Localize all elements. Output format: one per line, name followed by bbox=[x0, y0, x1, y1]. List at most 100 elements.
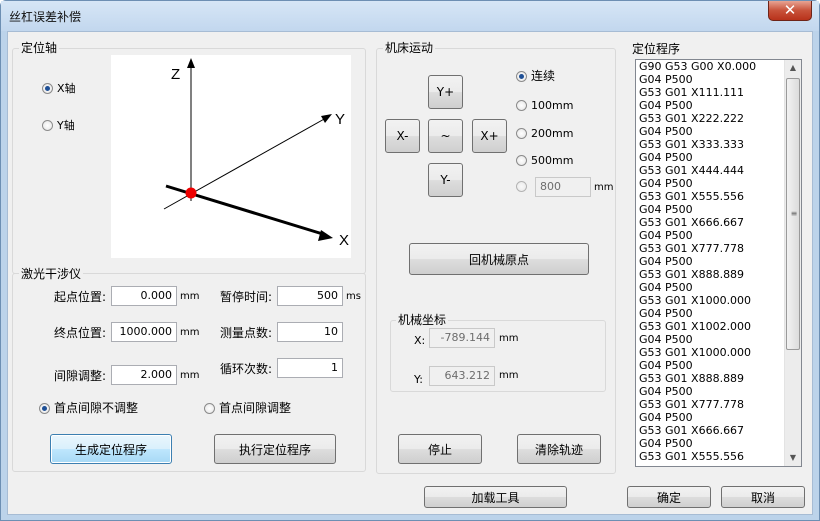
program-scrollbar[interactable]: ▲ ≡ ▼ bbox=[784, 60, 801, 466]
program-line[interactable]: G04 P500 bbox=[636, 333, 801, 346]
axis-group-title: 定位轴 bbox=[19, 41, 60, 55]
start-position-unit: mm bbox=[180, 291, 200, 302]
step-500mm-label: 500mm bbox=[531, 154, 574, 167]
pause-time-unit: ms bbox=[346, 291, 361, 302]
program-line[interactable]: G53 G01 X333.333 bbox=[636, 138, 801, 151]
gap-adjust-input[interactable]: 2.000 bbox=[111, 365, 177, 385]
program-line[interactable]: G04 P500 bbox=[636, 281, 801, 294]
radio-first-gap-adjust-label: 首点间隙调整 bbox=[219, 401, 292, 415]
step-500mm-dot[interactable] bbox=[516, 155, 527, 166]
program-line[interactable]: G53 G01 X555.556 bbox=[636, 450, 801, 463]
program-line[interactable]: G04 P500 bbox=[636, 437, 801, 450]
program-line[interactable]: G53 G01 X111.111 bbox=[636, 86, 801, 99]
ok-button[interactable]: 确定 bbox=[627, 486, 711, 508]
measure-points-input[interactable]: 10 bbox=[277, 322, 343, 342]
program-line[interactable]: G04 P500 bbox=[636, 385, 801, 398]
program-line[interactable]: G53 G01 X666.667 bbox=[636, 424, 801, 437]
program-line[interactable]: G53 G01 X222.222 bbox=[636, 112, 801, 125]
step-200mm-dot[interactable] bbox=[516, 128, 527, 139]
generate-program-button[interactable]: 生成定位程序 bbox=[50, 434, 172, 464]
radio-y-axis-dot[interactable] bbox=[42, 120, 53, 131]
radio-first-gap-no-adjust[interactable]: 首点间隙不调整 bbox=[39, 402, 138, 415]
machine-coords-title: 机械坐标 bbox=[396, 313, 449, 327]
program-line[interactable]: G90 G53 G00 X0.000 bbox=[636, 60, 801, 73]
program-line[interactable]: G04 P500 bbox=[636, 229, 801, 242]
z-axis-label: Z bbox=[171, 66, 180, 83]
radio-first-gap-no-adjust-dot[interactable] bbox=[39, 403, 50, 414]
program-line[interactable]: G53 G01 X777.778 bbox=[636, 398, 801, 411]
step-100mm-dot[interactable] bbox=[516, 100, 527, 111]
jog-x-plus-button[interactable]: X+ bbox=[472, 119, 507, 153]
stop-button[interactable]: 停止 bbox=[398, 434, 482, 464]
program-line[interactable]: G04 P500 bbox=[636, 411, 801, 424]
program-line[interactable]: G53 G01 X888.889 bbox=[636, 268, 801, 281]
coord-x-label: X: bbox=[414, 334, 426, 347]
program-line[interactable]: G04 P500 bbox=[636, 73, 801, 86]
radio-first-gap-no-adjust-label: 首点间隙不调整 bbox=[54, 401, 139, 415]
jog-stop-button[interactable]: ~ bbox=[428, 119, 463, 153]
program-line[interactable]: G04 P500 bbox=[636, 255, 801, 268]
step-500mm-radio[interactable]: 500mm bbox=[516, 154, 573, 167]
scroll-down-arrow[interactable]: ▼ bbox=[785, 450, 801, 466]
title-bar[interactable]: 丝杠误差补偿 ✕ bbox=[1, 1, 819, 31]
execute-program-button[interactable]: 执行定位程序 bbox=[214, 434, 336, 464]
jog-y-plus-button[interactable]: Y+ bbox=[428, 75, 463, 109]
end-position-input[interactable]: 1000.000 bbox=[111, 322, 177, 342]
laser-group-title: 激光干涉仪 bbox=[19, 267, 84, 281]
program-line[interactable]: G53 G01 X1002.000 bbox=[636, 320, 801, 333]
step-custom-radio[interactable] bbox=[516, 181, 527, 192]
program-line[interactable]: G04 P500 bbox=[636, 307, 801, 320]
program-line[interactable]: G53 G01 X777.778 bbox=[636, 242, 801, 255]
program-title: 定位程序 bbox=[632, 42, 681, 56]
program-line[interactable]: G53 G01 X666.667 bbox=[636, 216, 801, 229]
coord-x-unit: mm bbox=[499, 333, 519, 344]
step-100mm-radio[interactable]: 100mm bbox=[516, 99, 573, 112]
gap-adjust-unit: mm bbox=[180, 370, 200, 381]
program-line[interactable]: G04 P500 bbox=[636, 359, 801, 372]
program-line[interactable]: G53 G01 X888.889 bbox=[636, 372, 801, 385]
loop-count-input[interactable]: 1 bbox=[277, 358, 343, 378]
step-200mm-radio[interactable]: 200mm bbox=[516, 127, 573, 140]
jog-y-minus-button[interactable]: Y- bbox=[428, 163, 463, 197]
jog-x-minus-button[interactable]: X- bbox=[385, 119, 420, 153]
step-continuous-radio[interactable]: 连续 bbox=[516, 70, 555, 83]
dialog-window: 丝杠误差补偿 ✕ 定位轴 X轴 Y轴 Z Y X 激光干涉仪 起点位置: 0.0… bbox=[0, 0, 820, 521]
program-line[interactable]: G04 P500 bbox=[636, 151, 801, 164]
program-line[interactable]: G04 P500 bbox=[636, 125, 801, 138]
radio-x-axis-dot[interactable] bbox=[42, 83, 53, 94]
clear-trace-button[interactable]: 清除轨迹 bbox=[517, 434, 601, 464]
program-line[interactable]: G53 G01 X1000.000 bbox=[636, 294, 801, 307]
radio-x-axis-label: X轴 bbox=[57, 82, 76, 95]
scroll-thumb[interactable]: ≡ bbox=[786, 78, 800, 350]
step-100mm-label: 100mm bbox=[531, 99, 574, 112]
step-continuous-dot[interactable] bbox=[516, 71, 527, 82]
program-line[interactable]: G53 G01 X555.556 bbox=[636, 190, 801, 203]
home-button[interactable]: 回机械原点 bbox=[409, 243, 589, 275]
origin-point bbox=[185, 187, 197, 199]
radio-first-gap-adjust[interactable]: 首点间隙调整 bbox=[204, 402, 291, 415]
radio-first-gap-adjust-dot[interactable] bbox=[204, 403, 215, 414]
program-line[interactable]: G53 G01 X444.444 bbox=[636, 164, 801, 177]
scroll-up-arrow[interactable]: ▲ bbox=[785, 60, 801, 76]
program-listbox[interactable]: G90 G53 G00 X0.000 G04 P500 G53 G01 X111.1… bbox=[635, 59, 802, 467]
coord-y-label: Y: bbox=[414, 373, 423, 386]
cancel-button[interactable]: 取消 bbox=[721, 486, 805, 508]
load-tool-button[interactable]: 加载工具 bbox=[424, 486, 567, 508]
radio-x-axis[interactable]: X轴 bbox=[42, 82, 76, 95]
program-line[interactable]: G04 P500 bbox=[636, 177, 801, 190]
program-line[interactable]: G04 P500 bbox=[636, 203, 801, 216]
loop-count-label: 循环次数: bbox=[220, 362, 273, 376]
program-line[interactable]: G53 G01 X1000.000 bbox=[636, 346, 801, 359]
radio-y-axis-label: Y轴 bbox=[57, 119, 75, 132]
program-line[interactable]: G04 P500 bbox=[636, 99, 801, 112]
end-position-label: 终点位置: bbox=[54, 326, 107, 340]
window-title: 丝杠误差补偿 bbox=[9, 10, 82, 24]
close-button[interactable]: ✕ bbox=[768, 1, 812, 21]
pause-time-input[interactable]: 500 bbox=[277, 286, 343, 306]
machine-motion-title: 机床运动 bbox=[383, 41, 436, 55]
radio-y-axis[interactable]: Y轴 bbox=[42, 119, 75, 132]
dialog-client: 定位轴 X轴 Y轴 Z Y X 激光干涉仪 起点位置: 0.000 mm 终点位… bbox=[7, 31, 813, 515]
coord-y-unit: mm bbox=[499, 370, 519, 381]
start-position-input[interactable]: 0.000 bbox=[111, 286, 177, 306]
step-custom-dot[interactable] bbox=[516, 181, 527, 192]
